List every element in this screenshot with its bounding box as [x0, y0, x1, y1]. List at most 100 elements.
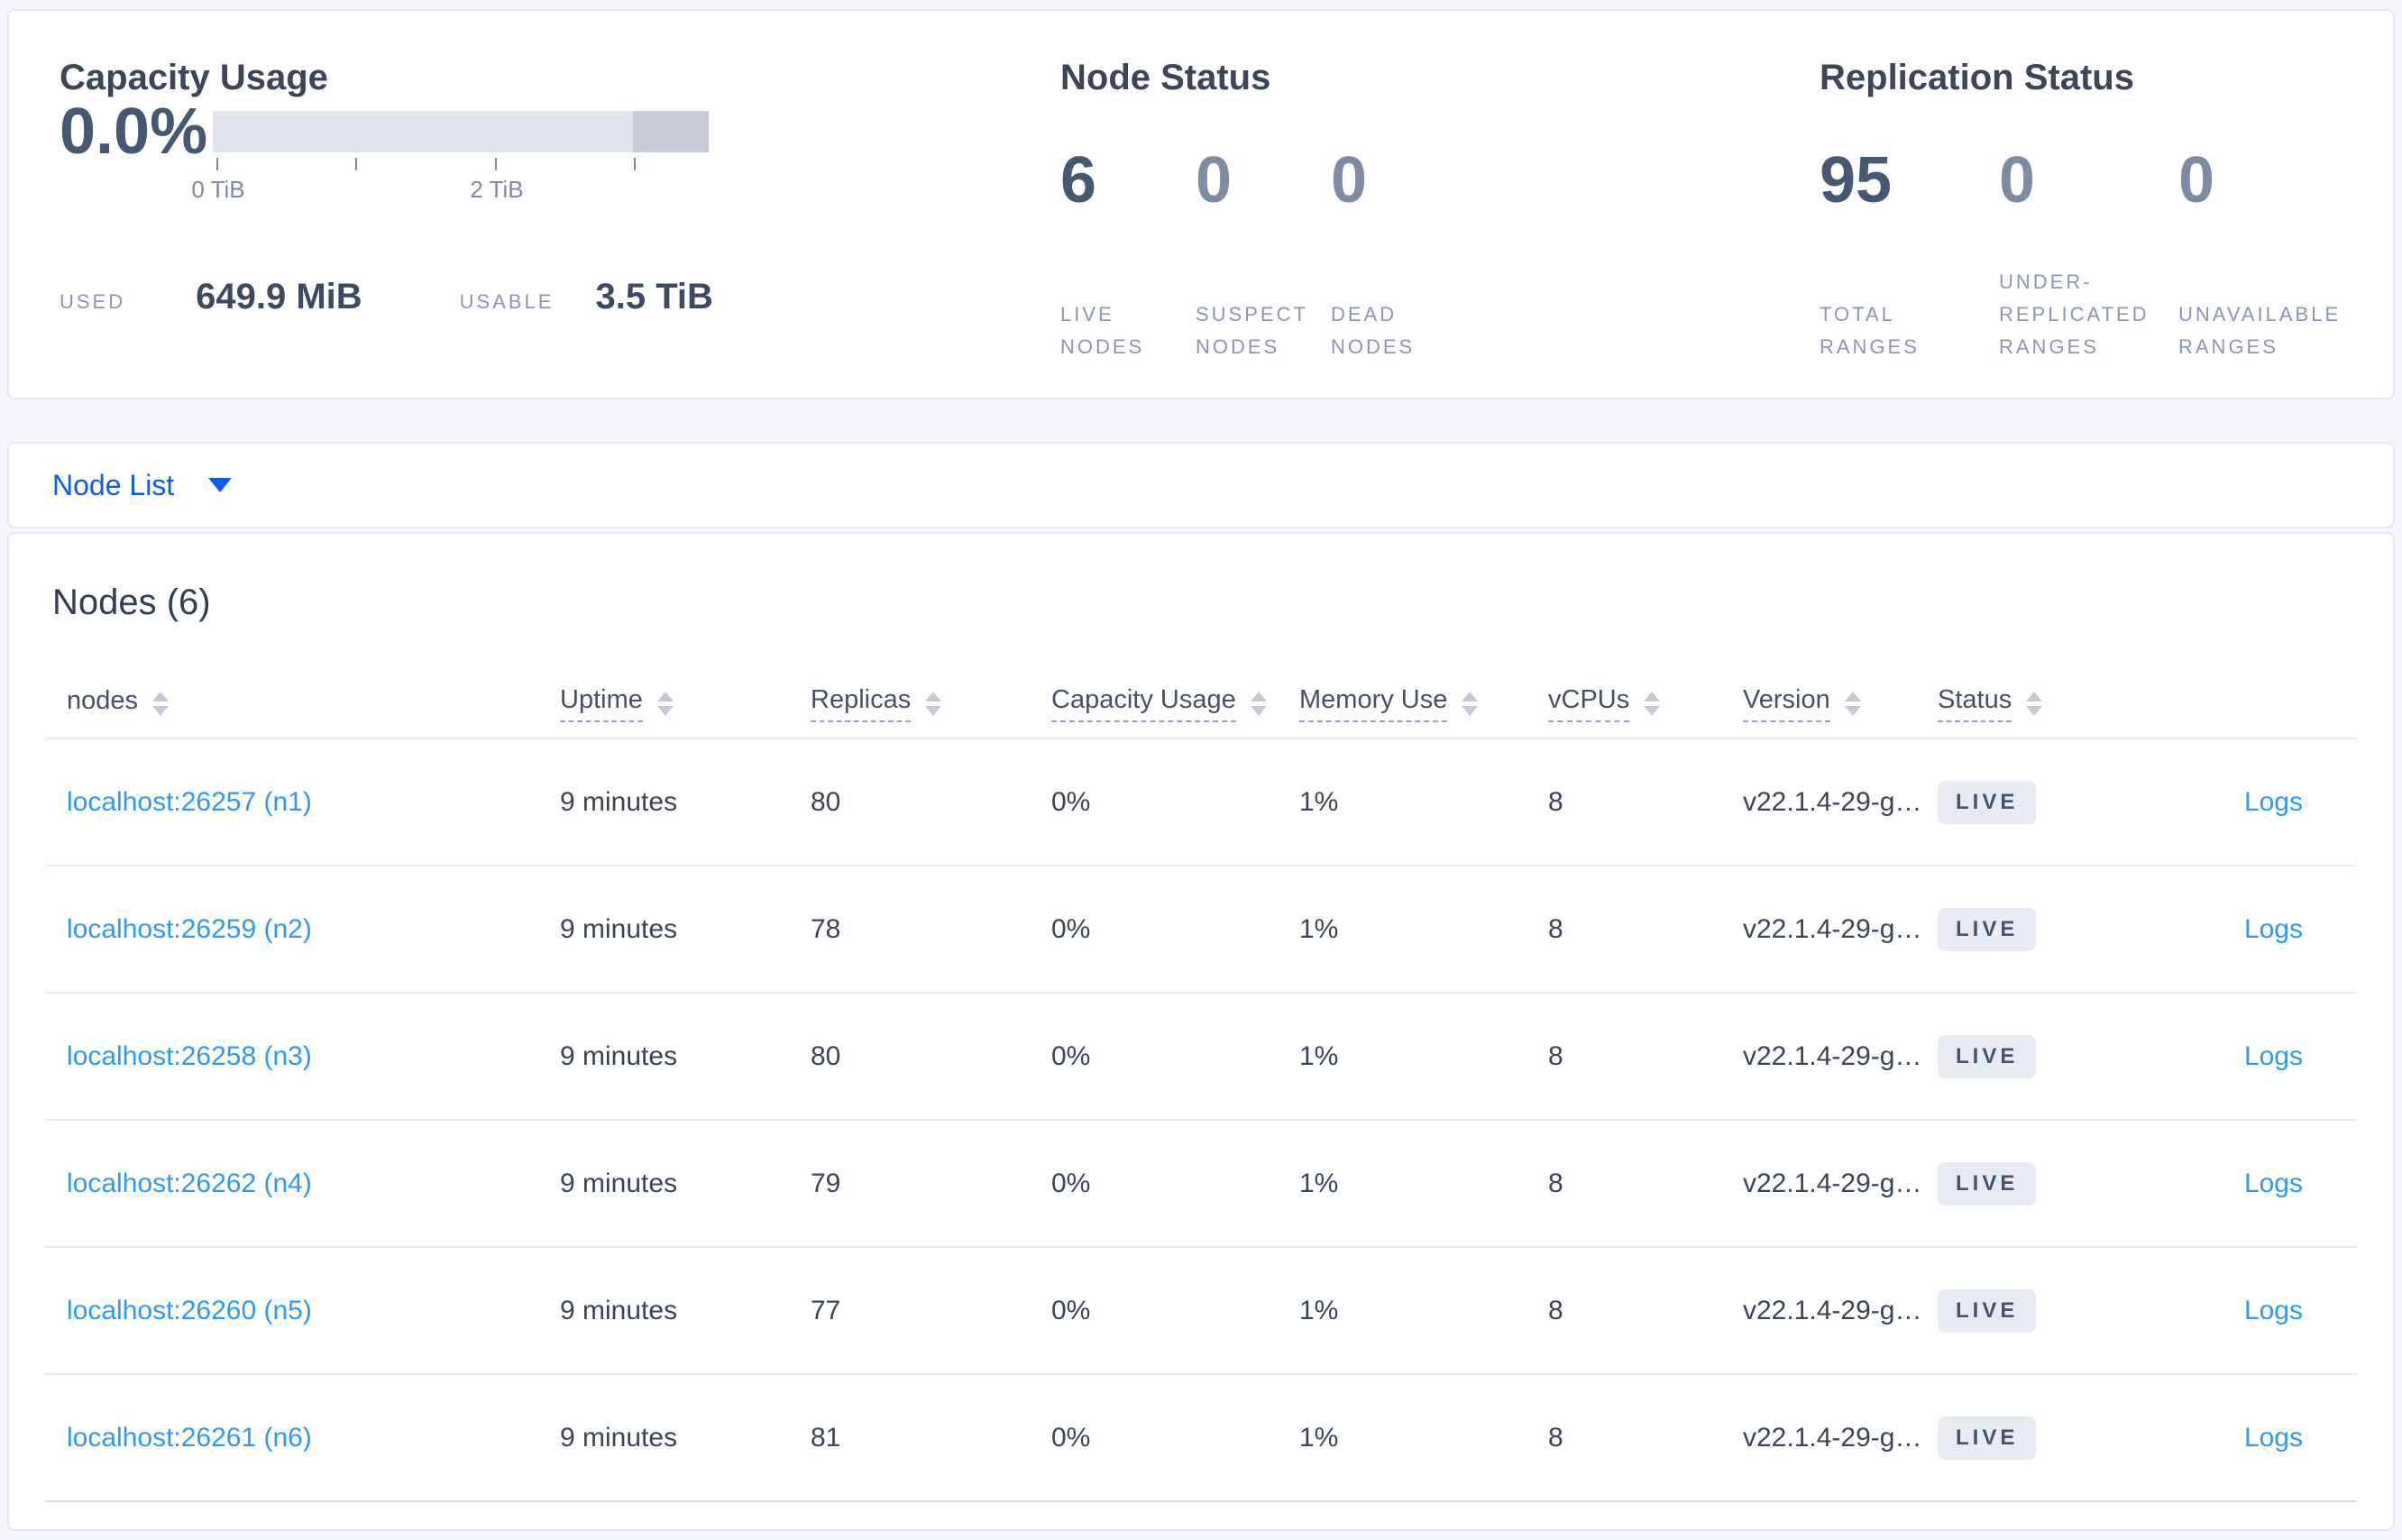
axis-tick	[634, 158, 636, 170]
sort-icon[interactable]	[1250, 691, 1267, 716]
under-replicated-label: UNDER-REPLICATED RANGES	[1999, 270, 2150, 358]
node-link[interactable]: localhost:26258 (n3)	[67, 1041, 312, 1071]
status-badge: LIVE	[1938, 1416, 2037, 1460]
version-cell: v22.1.4-29-g…	[1743, 1295, 1922, 1325]
node-link[interactable]: localhost:26262 (n4)	[67, 1169, 312, 1198]
chevron-down-icon[interactable]	[208, 478, 233, 492]
sort-icon[interactable]	[925, 691, 942, 716]
uptime-cell: 9 minutes	[560, 913, 678, 944]
nodes-table-title: Nodes (6)	[52, 582, 211, 622]
uptime-cell: 9 minutes	[560, 1422, 678, 1453]
replicas-cell: 79	[811, 1168, 841, 1198]
table-header-row: nodes Uptime Replicas Capacity Usage Mem…	[45, 669, 2357, 739]
capacity-usage-cell: 0%	[1051, 1040, 1091, 1071]
memory-use-cell: 1%	[1299, 913, 1339, 944]
live-nodes-label: LIVE NODES	[1060, 303, 1145, 358]
status-badge: LIVE	[1938, 1034, 2037, 1078]
axis-tick	[495, 158, 497, 170]
uptime-cell: 9 minutes	[560, 1168, 678, 1198]
sort-icon[interactable]	[1644, 691, 1661, 716]
node-link[interactable]: localhost:26259 (n2)	[67, 914, 312, 944]
replicas-cell: 77	[811, 1295, 841, 1325]
capacity-usage-title: Capacity Usage	[60, 58, 328, 97]
logs-link[interactable]: Logs	[2244, 1169, 2303, 1198]
version-cell: v22.1.4-29-g…	[1743, 1422, 1922, 1453]
dead-nodes-label: DEAD NODES	[1331, 303, 1416, 358]
axis-tick	[216, 158, 218, 170]
unavailable-ranges-label: UNAVAILABLE RANGES	[2178, 303, 2342, 358]
table-row: localhost:26259 (n2) 9 minutes 78 0% 1% …	[45, 866, 2357, 994]
under-replicated-value: 0	[1999, 144, 2036, 216]
memory-use-cell: 1%	[1299, 786, 1339, 817]
node-list-dropdown[interactable]: Node List	[52, 469, 174, 502]
table-row: localhost:26261 (n6) 9 minutes 81 0% 1% …	[45, 1375, 2357, 1502]
status-badge: LIVE	[1938, 780, 2037, 824]
cluster-summary-card: Capacity Usage 0.0% 0 TiB 2 TiB USED 649…	[7, 9, 2395, 399]
usable-label: USABLE	[459, 290, 555, 313]
total-ranges-value: 95	[1820, 144, 1893, 216]
column-header-capacity-usage[interactable]: Capacity Usage	[1051, 685, 1299, 722]
capacity-usage-section: Capacity Usage 0.0% 0 TiB 2 TiB USED 649…	[60, 11, 1015, 398]
nodes-table-card: Nodes (6) nodes Uptime Replicas Capacity…	[7, 532, 2395, 1531]
memory-use-cell: 1%	[1299, 1168, 1339, 1198]
version-cell: v22.1.4-29-g…	[1743, 1040, 1922, 1071]
axis-tick-label: 0 TiB	[191, 176, 245, 203]
vcpus-cell: 8	[1548, 1295, 1563, 1325]
usable-value: 3.5 TiB	[595, 277, 713, 316]
uptime-cell: 9 minutes	[560, 1040, 678, 1071]
dead-nodes-value: 0	[1331, 144, 1368, 216]
table-row: localhost:26262 (n4) 9 minutes 79 0% 1% …	[45, 1121, 2357, 1248]
vcpus-cell: 8	[1548, 1422, 1563, 1453]
replicas-cell: 80	[811, 1040, 841, 1071]
capacity-usage-cell: 0%	[1051, 786, 1091, 817]
sort-icon[interactable]	[1844, 691, 1861, 716]
sort-icon[interactable]	[1462, 691, 1479, 716]
capacity-usage-cell: 0%	[1051, 1168, 1091, 1198]
sort-icon[interactable]	[2026, 691, 2043, 716]
total-ranges-metric: 95 TOTAL RANGES	[1820, 148, 1999, 363]
logs-link[interactable]: Logs	[2244, 1423, 2303, 1453]
axis-tick	[355, 158, 357, 170]
table-row: localhost:26260 (n5) 9 minutes 77 0% 1% …	[45, 1248, 2357, 1375]
logs-link[interactable]: Logs	[2244, 914, 2303, 944]
sort-icon[interactable]	[152, 691, 170, 716]
column-header-memory-use[interactable]: Memory Use	[1299, 685, 1548, 722]
vcpus-cell: 8	[1548, 913, 1563, 944]
unavailable-ranges-value: 0	[2178, 144, 2215, 216]
column-header-replicas[interactable]: Replicas	[811, 685, 1051, 722]
total-ranges-label: TOTAL RANGES	[1820, 303, 1920, 358]
vcpus-cell: 8	[1548, 1040, 1563, 1071]
column-header-nodes[interactable]: nodes	[45, 686, 560, 721]
capacity-usage-cell: 0%	[1051, 1295, 1091, 1325]
replication-status-title: Replication Status	[1820, 58, 2134, 97]
axis-tick-label: 2 TiB	[470, 176, 524, 203]
used-label: USED	[60, 290, 126, 313]
column-header-uptime[interactable]: Uptime	[560, 685, 811, 722]
under-replicated-metric: 0 UNDER-REPLICATED RANGES	[1999, 148, 2178, 363]
suspect-nodes-label: SUSPECT NODES	[1196, 303, 1308, 358]
logs-link[interactable]: Logs	[2244, 1041, 2303, 1071]
capacity-usage-cell: 0%	[1051, 1422, 1091, 1453]
suspect-nodes-metric: 0 SUSPECT NODES	[1196, 148, 1331, 363]
logs-link[interactable]: Logs	[2244, 1296, 2303, 1325]
table-row: localhost:26257 (n1) 9 minutes 80 0% 1% …	[45, 739, 2357, 866]
unavailable-ranges-metric: 0 UNAVAILABLE RANGES	[2178, 148, 2358, 363]
table-row: localhost:26258 (n3) 9 minutes 80 0% 1% …	[45, 994, 2357, 1121]
capacity-bar-used-segment	[633, 111, 709, 152]
replicas-cell: 80	[811, 786, 841, 817]
replicas-cell: 78	[811, 913, 841, 944]
uptime-cell: 9 minutes	[560, 786, 678, 817]
replication-status-section: Replication Status 95 TOTAL RANGES 0 UND…	[1820, 11, 2379, 398]
node-link[interactable]: localhost:26261 (n6)	[67, 1423, 312, 1453]
status-badge: LIVE	[1938, 1161, 2037, 1205]
sort-icon[interactable]	[656, 691, 674, 716]
view-selector-bar: Node List	[7, 442, 2395, 528]
column-header-status[interactable]: Status	[1938, 685, 2134, 722]
column-header-vcpus[interactable]: vCPUs	[1548, 685, 1743, 722]
column-header-version[interactable]: Version	[1743, 685, 1938, 722]
logs-link[interactable]: Logs	[2244, 787, 2303, 817]
status-badge: LIVE	[1938, 907, 2037, 951]
memory-use-cell: 1%	[1299, 1295, 1339, 1325]
node-link[interactable]: localhost:26260 (n5)	[67, 1296, 312, 1325]
node-link[interactable]: localhost:26257 (n1)	[67, 787, 312, 817]
